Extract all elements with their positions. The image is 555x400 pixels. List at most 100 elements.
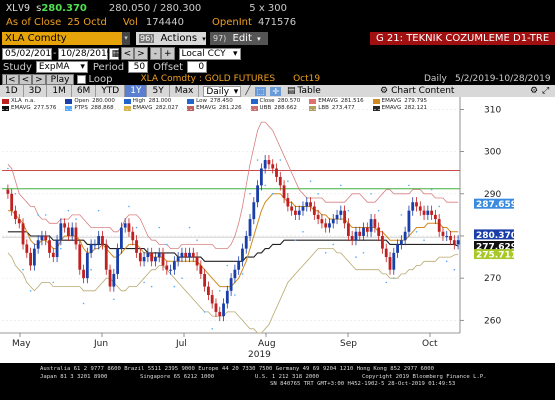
sar-dot [29,290,32,292]
tab-1m[interactable]: 1M [47,85,72,97]
calendar-icon[interactable]: ▦ [108,47,120,60]
period-label: Period [92,61,125,73]
candle-body [225,290,229,304]
ticker[interactable]: XLV9 [6,3,30,14]
candle-body [362,227,365,236]
tab-max[interactable]: Max [169,85,200,97]
tab-1d[interactable]: 1D [0,85,24,97]
candle-body [244,235,248,249]
end-date-field[interactable]: 10/28/2019 [57,47,112,60]
sar-dot [423,239,425,241]
candle-body [339,210,343,215]
sar-dot [226,264,229,267]
candle-body [456,240,460,245]
playback-row: |< < > Play Loop XLA Comdty : GOLD FUTUR… [0,73,555,85]
study-select[interactable]: ExpMA ▾ [35,61,88,73]
offset-field[interactable]: 0 [187,61,208,73]
price-chart[interactable]: 260270280290300310MayJunJulAugSepOct2019… [0,97,555,363]
candle-body [222,303,225,317]
candle-body [119,227,123,249]
prev-range-button[interactable]: < [120,47,135,60]
expand-icon[interactable]: ⤢ [542,86,549,96]
currency-select[interactable]: Local CCY ▾ [178,47,241,60]
candle-body [48,240,51,253]
candle-body [123,223,127,228]
asof-flag: d [100,16,107,28]
chart-content-button[interactable]: ⚙ Chart Content [380,86,454,96]
candle-body [267,160,271,165]
x-month-label: Aug [258,339,276,349]
actions-menu[interactable]: 96) Actions ▾ [136,32,206,45]
candle-body [312,206,316,215]
price-tag-label: 275.711 [476,251,517,261]
x-month-label: Sep [340,339,357,349]
zoom-out-button[interactable]: - [149,47,161,60]
zoom-in-button[interactable]: + [160,47,175,60]
candle-body [430,210,434,215]
sar-dot [7,167,9,170]
sar-dot [196,239,198,241]
period-field[interactable]: 50 [128,61,149,73]
next-range-button[interactable]: > [134,47,148,60]
sar-dot [256,159,259,161]
tab-5y[interactable]: 5Y [147,85,170,97]
step-back-button[interactable]: < [18,73,33,85]
candle-body [180,252,184,258]
tab-3d[interactable]: 3D [23,85,48,97]
edit-menu[interactable]: 97) Edit ▾ [210,32,268,45]
sar-dot [392,277,395,279]
candle-body [229,278,233,291]
sar-dot [173,285,176,288]
settings-icon[interactable]: ⚙ [530,86,538,96]
draw-line-icon[interactable]: ╱ [245,86,250,96]
candle-body [403,231,407,241]
candle-body [191,252,195,258]
candle-body [377,227,381,236]
draw-tools-icon[interactable]: ⬚ [254,86,267,96]
candle-body [278,176,282,186]
sar-dot [14,193,17,195]
sar-dot [181,277,183,279]
sar-dot [22,268,24,271]
security-field[interactable]: XLA Comdty [2,32,122,45]
tab-ytd[interactable]: YTD [96,85,126,97]
footer-us: U.S. 1 212 318 2000 [255,374,319,380]
step-forward-button[interactable]: > [32,73,46,85]
sar-dot [113,298,115,301]
candle-body [210,295,214,304]
security-dropdown-arrow[interactable]: ▾ [122,32,130,45]
sar-dot [97,209,100,212]
start-date-field[interactable]: 05/02/2019 [2,47,57,60]
candle-body [263,160,267,169]
chart-panel[interactable]: XLA n.a. Open 280.000 High 281.000 Low 278.450 C… [0,97,555,363]
sar-dot [37,214,39,216]
sar-dot [400,214,403,216]
loop-checkbox[interactable] [77,74,87,84]
candle-body [32,248,36,266]
rewind-button[interactable]: |< [2,73,19,85]
sar-dot [211,327,213,330]
candle-body [415,202,418,207]
x-month-label: Oct [422,339,438,349]
sar-dot [82,302,85,305]
crosshair-icon[interactable]: ✛ [270,86,282,96]
sar-dot [150,285,153,288]
candle-body [388,257,392,270]
candle-body [17,219,21,224]
study-arrow-icon: ▾ [80,62,85,72]
sar-dot [370,193,372,195]
play-button[interactable]: Play [45,73,75,85]
sar-dot [241,273,244,275]
tabs-bar: 1D 3D 1M 6M YTD 1Y 5Y Max Daily ▾ ╱ ⬚ ✛ ▤ Table… [0,85,555,97]
tab-1y[interactable]: 1Y [125,85,148,97]
footer-line-1: Australia 61 2 9777 8600 Brazil 5511 239… [40,366,435,372]
table-button[interactable]: ▤ Table [287,86,321,96]
candle-body [301,206,305,211]
period-select[interactable]: Daily ▾ [203,85,242,97]
candle-body [6,189,10,194]
candle-body [350,235,354,241]
candle-body [331,219,335,224]
tab-6m[interactable]: 6M [71,85,97,97]
candle-body [104,244,108,270]
candle-body [29,252,32,266]
